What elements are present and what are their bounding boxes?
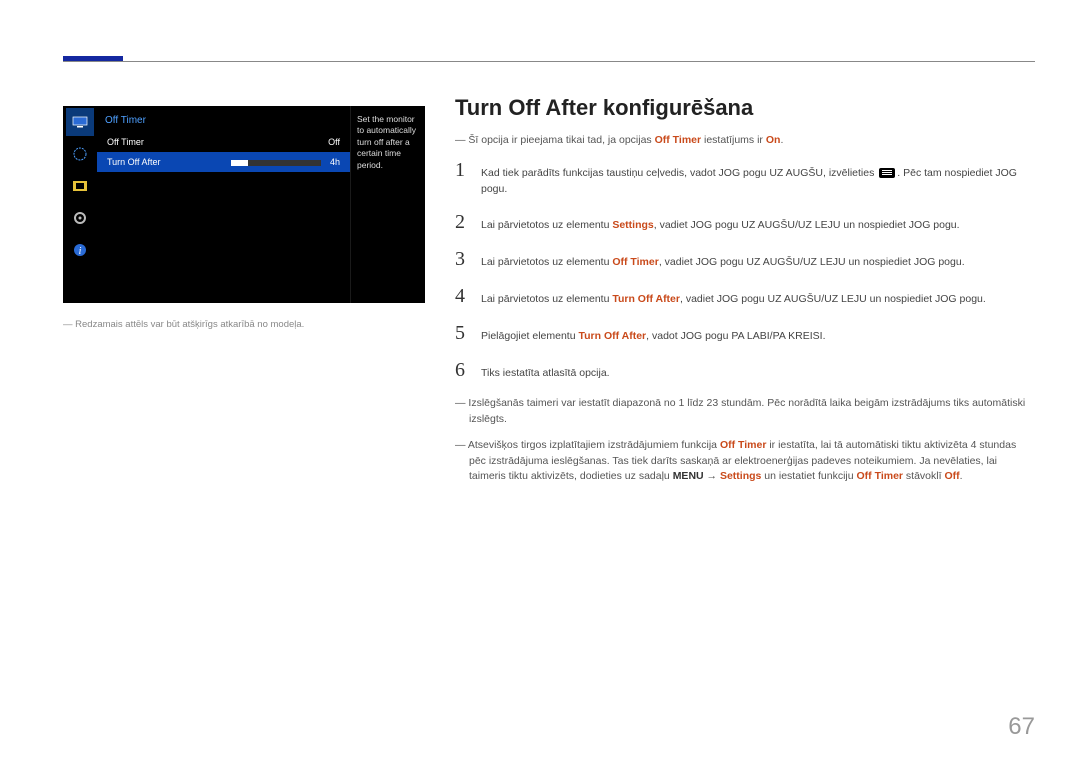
step-text: Tiks iestatīta atlasītā opcija.	[481, 362, 610, 382]
step-number: 6	[455, 359, 481, 382]
highlight: Off Timer	[655, 134, 701, 146]
arrow-icon: →	[704, 470, 720, 482]
step-1: 1 Kad tiek parādīts funkcijas taustiņu c…	[455, 159, 1035, 198]
text: iestatījums ir	[701, 134, 766, 146]
picture-icon	[66, 140, 94, 168]
step-text: Pielāgojiet elementu Turn Off After, vad…	[481, 325, 826, 345]
bold: MENU	[673, 470, 704, 482]
highlight: Off Timer	[612, 256, 658, 268]
resize-icon	[66, 172, 94, 200]
text: .	[780, 134, 783, 146]
steps-list: 1 Kad tiek parādīts funkcijas taustiņu c…	[455, 159, 1035, 383]
step-number: 4	[455, 285, 481, 308]
monitor-icon	[66, 108, 94, 136]
step-number: 5	[455, 322, 481, 345]
gear-icon	[66, 204, 94, 232]
text: stāvoklī	[903, 470, 944, 482]
text: Kad tiek parādīts funkcijas taustiņu ceļ…	[481, 167, 877, 179]
step-6: 6 Tiks iestatīta atlasītā opcija.	[455, 359, 1035, 382]
osd-row-value: 4h	[330, 157, 340, 167]
step-text: Lai pārvietotos uz elementu Turn Off Aft…	[481, 288, 986, 308]
highlight: Settings	[612, 219, 653, 231]
header-rule	[63, 61, 1035, 69]
page-title: Turn Off After konfigurēšana	[455, 95, 1035, 121]
text: Lai pārvietotos uz elementu	[481, 219, 612, 231]
menu-icon	[879, 168, 895, 178]
osd-description: Set the monitor to automatically turn of…	[351, 106, 425, 303]
svg-text:i: i	[79, 246, 82, 257]
osd-main: Off Timer Off Timer Off Turn Off After 4…	[97, 106, 351, 303]
step-number: 3	[455, 248, 481, 271]
osd-row-label: Turn Off After	[107, 157, 161, 167]
osd-row-label: Off Timer	[107, 137, 144, 147]
page-number: 67	[1008, 713, 1035, 741]
highlight: Off	[944, 470, 959, 482]
step-3: 3 Lai pārvietotos uz elementu Off Timer,…	[455, 248, 1035, 271]
intro-note: ― Šī opcija ir pieejama tikai tad, ja op…	[455, 133, 1035, 149]
text: , vadiet JOG pogu UZ AUGŠU/UZ LEJU un no…	[654, 219, 960, 231]
step-text: Lai pārvietotos uz elementu Settings, va…	[481, 214, 960, 234]
osd-slider-fill	[231, 160, 247, 166]
highlight: Settings	[720, 470, 761, 482]
osd-screenshot: i Off Timer Off Timer Off Turn Off After…	[63, 106, 425, 303]
left-footnote: ― Redzamais attēls var būt atšķirīgs atk…	[63, 319, 425, 330]
text: ― Šī opcija ir pieejama tikai tad, ja op…	[455, 134, 655, 146]
text: .	[960, 470, 963, 482]
osd-icon-strip: i	[63, 106, 97, 303]
text: Lai pārvietotos uz elementu	[481, 256, 612, 268]
right-column: Turn Off After konfigurēšana ― Šī opcija…	[455, 95, 1035, 495]
highlight: On	[766, 134, 781, 146]
highlight: Off Timer	[857, 470, 903, 482]
osd-row-value: Off	[328, 137, 340, 147]
osd-slider	[231, 160, 321, 166]
text: Pielāgojiet elementu	[481, 330, 578, 342]
step-5: 5 Pielāgojiet elementu Turn Off After, v…	[455, 322, 1035, 345]
step-number: 1	[455, 159, 481, 182]
text: , vadot JOG pogu PA LABI/PA KREISI.	[646, 330, 825, 342]
footnote-2: ― Atsevišķos tirgos izplatītajiem izstrā…	[455, 438, 1035, 485]
text: un iestatiet funkciju	[761, 470, 856, 482]
step-2: 2 Lai pārvietotos uz elementu Settings, …	[455, 211, 1035, 234]
info-icon: i	[66, 236, 94, 264]
text: , vadiet JOG pogu UZ AUGŠU/UZ LEJU un no…	[659, 256, 965, 268]
osd-slider-wrap: 4h	[225, 157, 340, 167]
left-column: i Off Timer Off Timer Off Turn Off After…	[63, 106, 425, 330]
osd-row-turnoffafter: Turn Off After 4h	[97, 152, 350, 172]
osd-title: Off Timer	[97, 111, 350, 132]
highlight: Turn Off After	[578, 330, 646, 342]
step-4: 4 Lai pārvietotos uz elementu Turn Off A…	[455, 285, 1035, 308]
highlight: Turn Off After	[612, 293, 680, 305]
highlight: Off Timer	[720, 439, 766, 451]
step-number: 2	[455, 211, 481, 234]
text: , vadiet JOG pogu UZ AUGŠU/UZ LEJU un no…	[680, 293, 986, 305]
step-text: Kad tiek parādīts funkcijas taustiņu ceļ…	[481, 162, 1035, 198]
text: ― Atsevišķos tirgos izplatītajiem izstrā…	[455, 439, 720, 451]
step-text: Lai pārvietotos uz elementu Off Timer, v…	[481, 251, 965, 271]
osd-row-offtimer: Off Timer Off	[97, 132, 350, 152]
footnote-1: ― Izslēgšanās taimeri var iestatīt diapa…	[455, 396, 1035, 428]
text: Lai pārvietotos uz elementu	[481, 293, 612, 305]
